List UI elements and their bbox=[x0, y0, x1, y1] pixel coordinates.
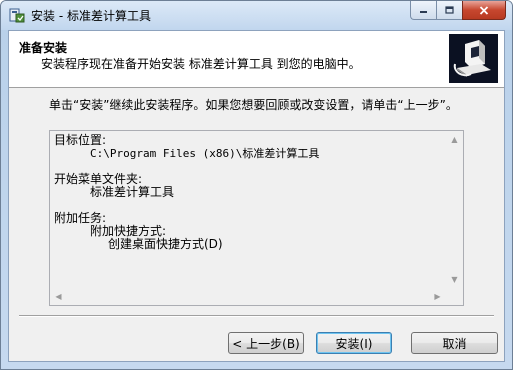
caption-buttons bbox=[410, 1, 506, 21]
scroll-up-arrow-icon[interactable]: ▲ bbox=[446, 131, 463, 148]
window-title: 安装 - 标准差计算工具 bbox=[31, 9, 151, 23]
minimize-icon bbox=[420, 11, 427, 13]
scroll-down-arrow-icon[interactable]: ▼ bbox=[446, 271, 463, 288]
settings-summary-content: 目标位置: C:\Program Files (x86)\标准差计算工具 开始菜… bbox=[54, 134, 444, 284]
computer-install-icon bbox=[449, 34, 498, 83]
cancel-button[interactable]: 取消 bbox=[411, 332, 498, 354]
horizontal-scrollbar[interactable]: ◀ ▶ bbox=[50, 288, 446, 305]
wizard-header: 准备安装 安装程序现在准备开始安装 标准差计算工具 到您的电脑中。 bbox=[9, 31, 504, 88]
start-menu-value: 标准差计算工具 bbox=[90, 185, 175, 199]
page-title: 准备安装 bbox=[19, 41, 68, 55]
install-button[interactable]: 安装(I) bbox=[316, 332, 392, 354]
back-button[interactable]: < 上一步(B) bbox=[228, 332, 304, 354]
installer-window: 安装 - 标准差计算工具 准备安装 安装程序现在准备开始安装 标准差计算工具 到… bbox=[0, 0, 513, 370]
settings-summary-box[interactable]: 目标位置: C:\Program Files (x86)\标准差计算工具 开始菜… bbox=[49, 130, 464, 306]
minimize-button[interactable] bbox=[410, 1, 436, 20]
maximize-icon bbox=[445, 6, 454, 14]
scroll-left-arrow-icon[interactable]: ◀ bbox=[50, 288, 67, 305]
destination-value: C:\Program Files (x86)\标准差计算工具 bbox=[90, 147, 320, 160]
destination-label: 目标位置: bbox=[54, 133, 107, 147]
wizard-client-area: 准备安装 安装程序现在准备开始安装 标准差计算工具 到您的电脑中。 单击“安装”… bbox=[8, 30, 505, 362]
title-bar[interactable]: 安装 - 标准差计算工具 bbox=[1, 1, 512, 30]
instruction-text: 单击“安装”继续此安装程序。如果您想要回顾或改变设置，请单击“上一步”。 bbox=[49, 98, 458, 112]
close-icon bbox=[479, 5, 489, 15]
scroll-right-arrow-icon[interactable]: ▶ bbox=[429, 288, 446, 305]
scrollbar-corner bbox=[446, 288, 463, 305]
desktop-shortcut-task: 创建桌面快捷方式(D) bbox=[108, 237, 223, 251]
button-separator bbox=[19, 315, 494, 317]
maximize-button[interactable] bbox=[436, 1, 462, 20]
vertical-scrollbar[interactable]: ▲ ▼ bbox=[446, 131, 463, 288]
close-button[interactable] bbox=[462, 1, 506, 20]
page-subtitle: 安装程序现在准备开始安装 标准差计算工具 到您的电脑中。 bbox=[41, 57, 361, 71]
installer-app-icon bbox=[9, 8, 25, 23]
